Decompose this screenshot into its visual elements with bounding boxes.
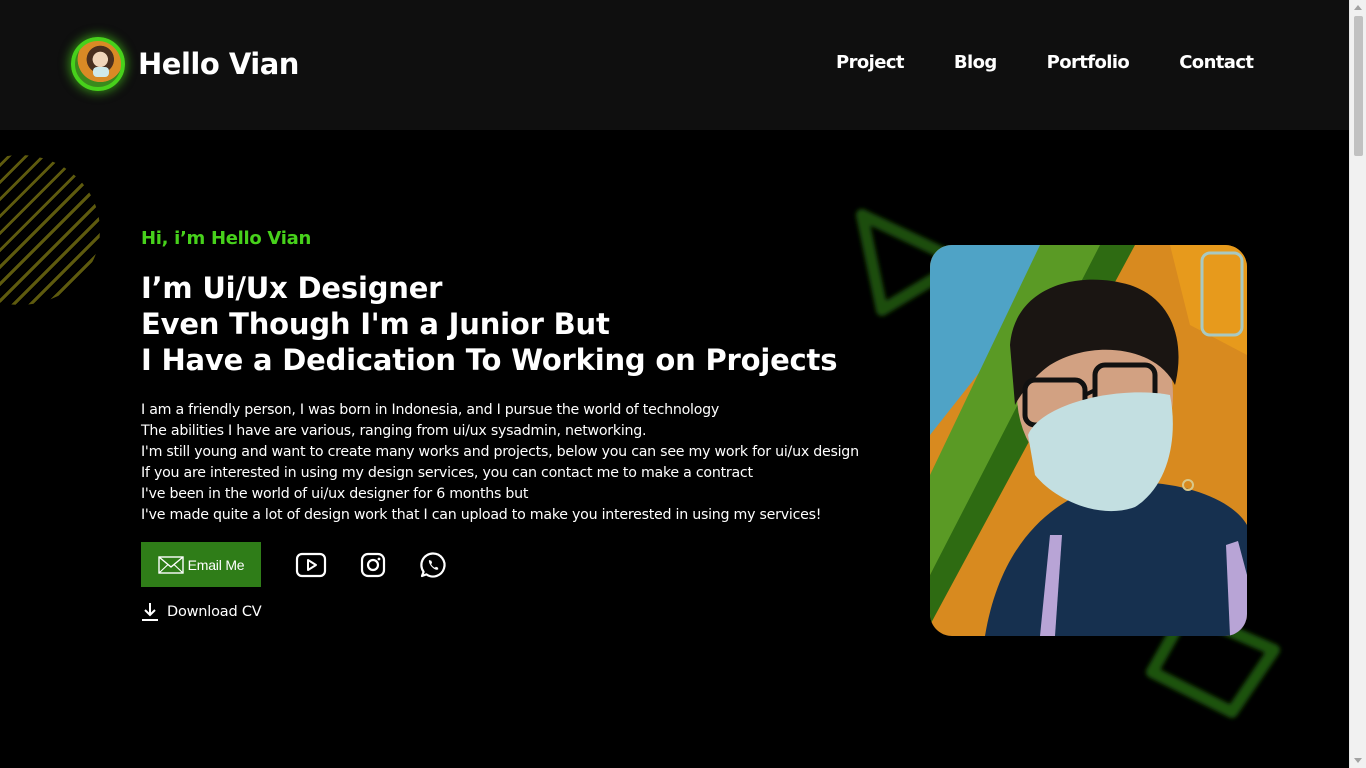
striped-circle-decoration bbox=[0, 155, 100, 305]
instagram-icon bbox=[360, 552, 386, 577]
bio-line: I've made quite a lot of design work tha… bbox=[141, 507, 822, 523]
email-me-label: Email Me bbox=[187, 556, 245, 573]
brand[interactable]: Hello Vian bbox=[71, 37, 299, 91]
page: Hello Vian Project Blog Portfolio Contac… bbox=[0, 0, 1366, 768]
bio-line: I am a friendly person, I was born in In… bbox=[141, 402, 720, 418]
nav-portfolio[interactable]: Portfolio bbox=[1047, 52, 1130, 73]
instagram-link[interactable] bbox=[357, 549, 389, 581]
profile-photo bbox=[930, 245, 1247, 636]
vertical-scrollbar[interactable] bbox=[1349, 0, 1366, 768]
youtube-icon bbox=[295, 552, 327, 577]
whatsapp-link[interactable] bbox=[417, 549, 449, 581]
youtube-link[interactable] bbox=[295, 549, 327, 581]
bio-line: The abilities I have are various, rangin… bbox=[141, 423, 647, 439]
nav-contact[interactable]: Contact bbox=[1179, 52, 1254, 73]
mail-icon bbox=[157, 555, 184, 574]
site-header: Hello Vian Project Blog Portfolio Contac… bbox=[0, 0, 1349, 130]
nav-project[interactable]: Project bbox=[836, 52, 904, 73]
headline-line-3: I Have a Dedication To Working on Projec… bbox=[141, 343, 838, 377]
download-icon bbox=[142, 603, 158, 621]
bio-line: If you are interested in using my design… bbox=[141, 465, 753, 481]
hero-bio: I am a friendly person, I was born in In… bbox=[141, 400, 881, 526]
hero-intro: Hi, i’m Hello Vian bbox=[141, 228, 311, 249]
whatsapp-icon bbox=[420, 551, 446, 578]
main-nav: Project Blog Portfolio Contact bbox=[836, 52, 1254, 73]
email-me-button[interactable]: Email Me bbox=[141, 542, 261, 587]
bio-line: I'm still young and want to create many … bbox=[141, 444, 859, 460]
hero-headline: I’m Ui/Ux Designer Even Though I'm a Jun… bbox=[141, 270, 861, 378]
download-cv-label: Download CV bbox=[167, 604, 262, 620]
download-cv-link[interactable]: Download CV bbox=[141, 602, 262, 622]
headline-line-2: Even Though I'm a Junior But bbox=[141, 307, 610, 341]
bio-line: I've been in the world of ui/ux designer… bbox=[141, 486, 529, 502]
brand-name[interactable]: Hello Vian bbox=[138, 47, 299, 81]
scroll-down-icon[interactable] bbox=[1354, 758, 1362, 763]
nav-blog[interactable]: Blog bbox=[954, 52, 997, 73]
hero-actions: Email Me bbox=[141, 542, 449, 587]
avatar bbox=[71, 37, 125, 91]
scrollbar-thumb[interactable] bbox=[1354, 16, 1363, 156]
headline-line-1: I’m Ui/Ux Designer bbox=[141, 271, 443, 305]
scroll-up-icon[interactable] bbox=[1354, 5, 1362, 10]
